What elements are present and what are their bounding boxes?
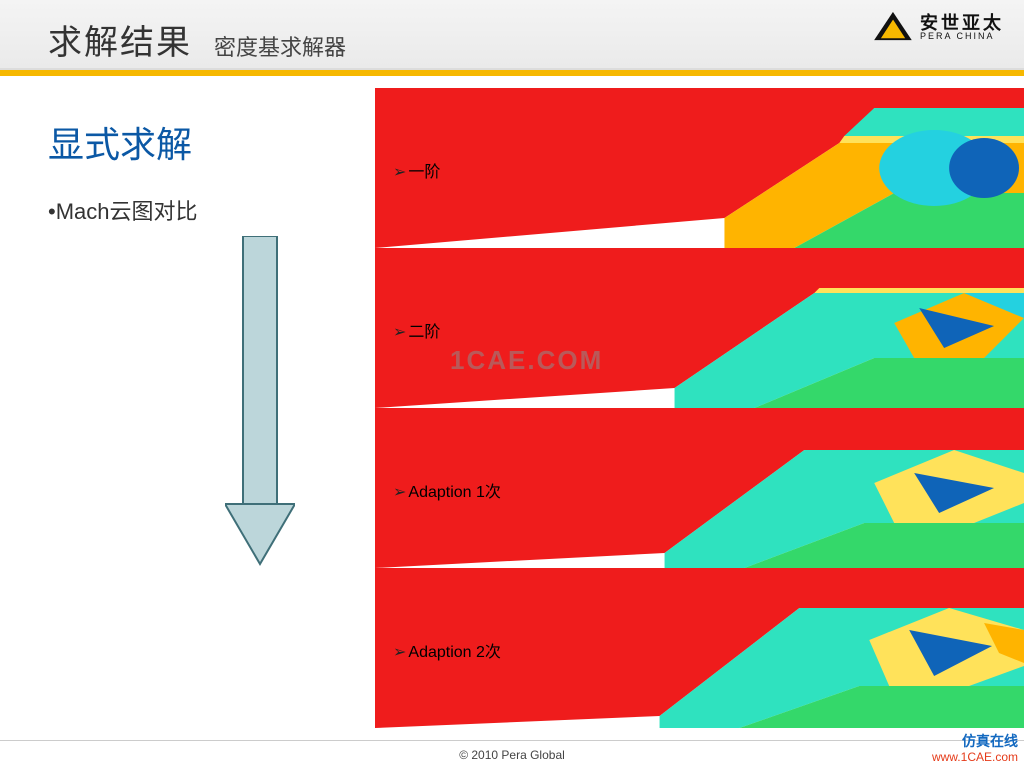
- contour-row-2: ➢二阶: [375, 248, 1024, 408]
- bullet-text: •Mach云图对比: [48, 194, 348, 226]
- row-label: ➢Adaption 1次: [393, 478, 501, 502]
- row-label: ➢一阶: [393, 158, 440, 182]
- brand-logo: 安世亚太 PERA CHINA: [874, 12, 1004, 42]
- footer-copyright: © 2010 Pera Global: [0, 740, 1024, 768]
- slide: 求解结果 密度基求解器 安世亚太 PERA CHINA 显式求解 •Mach云图…: [0, 0, 1024, 768]
- brand-name-zh: 安世亚太: [920, 14, 1004, 32]
- arrow-down-icon: [225, 236, 295, 566]
- row-label: ➢Adaption 2次: [393, 638, 501, 662]
- header-bar: 求解结果 密度基求解器 安世亚太 PERA CHINA: [0, 0, 1024, 70]
- logo-triangle-icon: [874, 12, 912, 42]
- contour-svg: [375, 248, 1024, 408]
- source-corner: 仿真在线 www.1CAE.com: [932, 733, 1018, 764]
- source-url: www.1CAE.com: [932, 750, 1018, 764]
- row-label: ➢二阶: [393, 318, 440, 342]
- slide-title: 求解结果: [48, 15, 192, 64]
- contour-row-4: ➢Adaption 2次: [375, 568, 1024, 728]
- slide-subtitle: 密度基求解器: [214, 30, 346, 62]
- watermark-text: 1CAE.COM: [450, 345, 603, 376]
- contour-row-3: ➢Adaption 1次: [375, 408, 1024, 568]
- simulation-panels: ➢一阶 ➢二阶: [375, 88, 1024, 728]
- content-area: 显式求解 •Mach云图对比 ➢一阶: [0, 76, 1024, 738]
- source-name: 仿真在线: [932, 733, 1018, 750]
- left-pane: 显式求解 •Mach云图对比: [48, 116, 348, 226]
- contour-svg: [375, 88, 1024, 248]
- logo-text: 安世亚太 PERA CHINA: [920, 14, 1004, 41]
- brand-name-en: PERA CHINA: [920, 32, 1004, 41]
- contour-row-1: ➢一阶: [375, 88, 1024, 248]
- section-heading: 显式求解: [48, 116, 348, 168]
